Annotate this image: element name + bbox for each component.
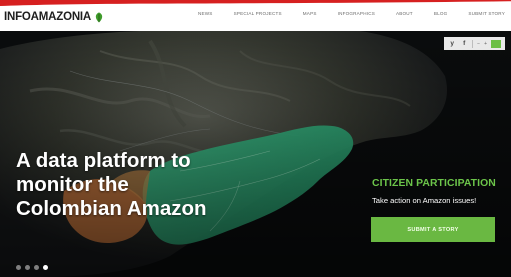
- toolbar-divider: [472, 39, 474, 48]
- carousel-dot-active[interactable]: [43, 265, 48, 270]
- submit-story-button[interactable]: SUBMIT A STORY: [371, 217, 495, 242]
- twitter-icon[interactable]: y: [448, 40, 456, 48]
- share-toolbar: y f − +: [444, 37, 505, 50]
- nav-submit-story[interactable]: SUBMIT STORY: [468, 11, 505, 21]
- nav-blog[interactable]: BLOG: [434, 11, 448, 21]
- nav-maps[interactable]: MAPS: [303, 11, 317, 21]
- headline-line-2: monitor the: [16, 173, 129, 196]
- logo-text: INFOAMAZONIA: [4, 11, 92, 23]
- map-layer-toggle[interactable]: [491, 39, 501, 48]
- carousel-dots: [16, 265, 48, 270]
- top-bar: INFOAMAZONIA NEWS SPECIAL PROJECTS MAPS …: [0, 0, 511, 31]
- carousel-dot[interactable]: [34, 265, 39, 270]
- nav-news[interactable]: NEWS: [198, 11, 213, 21]
- citizen-participation-subtitle: Take action on Amazon issues!: [372, 196, 477, 205]
- nav-infographics[interactable]: INFOGRAPHICS: [338, 11, 375, 21]
- carousel-dot[interactable]: [25, 265, 30, 270]
- headline-line-3: Colombian Amazon: [16, 197, 207, 220]
- carousel-dot[interactable]: [16, 265, 21, 270]
- red-swoosh-decoration: [0, 0, 511, 6]
- zoom-in-button[interactable]: +: [484, 41, 487, 47]
- nav-about[interactable]: ABOUT: [396, 11, 413, 21]
- headline-line-1: A data platform to: [16, 149, 191, 172]
- zoom-out-button[interactable]: −: [477, 41, 480, 47]
- nav-special-projects[interactable]: SPECIAL PROJECTS: [234, 11, 282, 21]
- hero-headline: A data platform to monitor the Colombian…: [16, 149, 246, 221]
- hero-map[interactable]: y f − + A data platform to monitor the C…: [0, 31, 511, 277]
- citizen-participation-title: CITIZEN PARTICIPATION: [372, 178, 496, 189]
- leaf-icon: [95, 12, 103, 22]
- main-nav: NEWS SPECIAL PROJECTS MAPS INFOGRAPHICS …: [198, 11, 505, 21]
- site-logo[interactable]: INFOAMAZONIA: [4, 9, 104, 25]
- facebook-icon[interactable]: f: [460, 40, 468, 48]
